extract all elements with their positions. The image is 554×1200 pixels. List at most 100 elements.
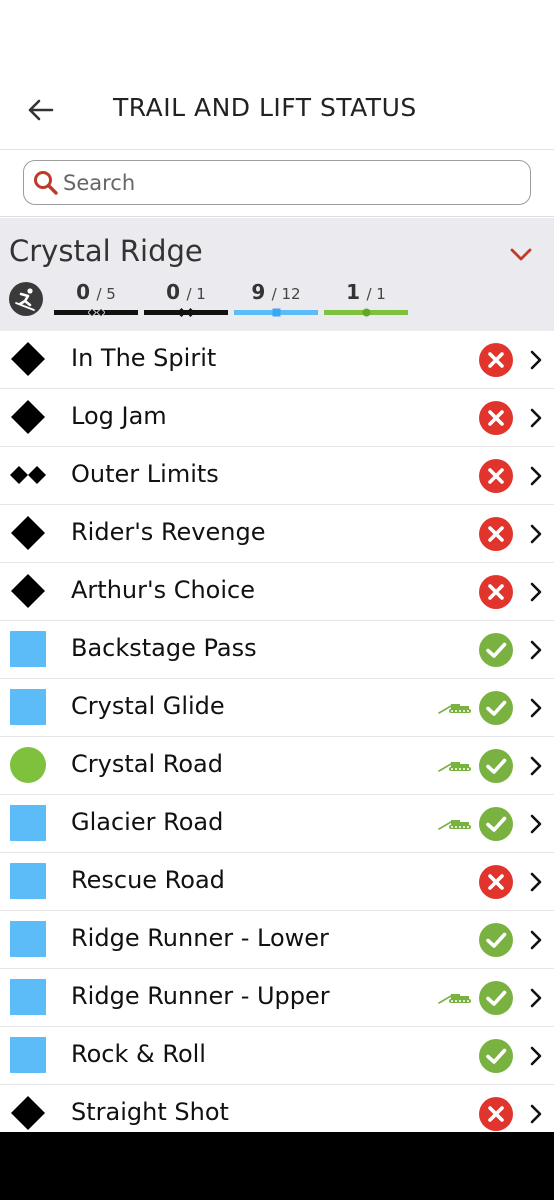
trail-row[interactable]: Crystal Road	[0, 737, 554, 795]
open-check-icon	[479, 749, 513, 783]
stat-open-count: 1	[346, 280, 361, 304]
groomed-icon	[438, 762, 471, 772]
trail-row[interactable]: Rider's Revenge	[0, 505, 554, 563]
closed-x-icon	[479, 517, 513, 551]
search-icon	[34, 170, 58, 195]
search-input[interactable]	[63, 170, 503, 195]
closed-x-icon	[479, 459, 513, 493]
trail-name: Arthur's Choice	[71, 576, 255, 604]
difficulty-icon	[10, 515, 46, 551]
black-diamond-icon	[11, 342, 45, 376]
difficulty-icon	[10, 921, 46, 957]
stat-double-black: 0 / 5	[54, 278, 138, 318]
blue-square-icon	[10, 979, 46, 1015]
collapse-toggle[interactable]	[506, 240, 536, 270]
trail-name: Rider's Revenge	[71, 518, 266, 546]
trail-name: Ridge Runner - Upper	[71, 982, 330, 1010]
open-check-icon	[479, 981, 513, 1015]
chevron-right-icon	[530, 640, 542, 660]
open-check-icon	[479, 807, 513, 841]
trail-name: Crystal Road	[71, 750, 223, 778]
trail-row[interactable]: Glacier Road	[0, 795, 554, 853]
closed-x-icon	[479, 865, 513, 899]
circle-icon	[362, 308, 371, 317]
stat-green: 1 / 1	[324, 278, 408, 318]
black-diamond-icon	[11, 1096, 45, 1130]
trail-name: Log Jam	[71, 402, 167, 430]
trail-name: Crystal Glide	[71, 692, 225, 720]
stat-total: / 5	[96, 285, 116, 303]
stat-open-count: 0	[166, 280, 181, 304]
double-diamond-icon	[88, 307, 105, 318]
blue-square-icon	[10, 631, 46, 667]
difficulty-icon	[10, 979, 46, 1015]
chevron-right-icon	[530, 466, 542, 486]
square-icon	[272, 308, 281, 317]
open-check-icon	[479, 1039, 513, 1073]
chevron-down-icon	[510, 248, 532, 261]
trail-name: Outer Limits	[71, 460, 219, 488]
trail-name: Backstage Pass	[71, 634, 257, 662]
trail-row[interactable]: Rock & Roll	[0, 1027, 554, 1085]
page-title: TRAIL AND LIFT STATUS	[113, 93, 417, 122]
trail-row[interactable]: Ridge Runner - Lower	[0, 911, 554, 969]
chevron-right-icon	[530, 582, 542, 602]
green-circle-icon	[10, 747, 46, 783]
double-black-diamond-icon	[10, 466, 46, 484]
stat-total: / 1	[366, 285, 386, 303]
trail-list: In The Spirit Log Jam Outer Limits Rider's …	[0, 331, 554, 1143]
stat-total: / 12	[271, 285, 301, 303]
trail-row[interactable]: Backstage Pass	[0, 621, 554, 679]
difficulty-icon	[10, 689, 46, 725]
open-check-icon	[479, 923, 513, 957]
blue-square-icon	[10, 1037, 46, 1073]
trail-row[interactable]: Crystal Glide	[0, 679, 554, 737]
closed-x-icon	[479, 401, 513, 435]
back-button[interactable]	[22, 92, 58, 128]
arrow-left-icon	[28, 99, 54, 121]
closed-x-icon	[479, 1097, 513, 1131]
chevron-right-icon	[530, 872, 542, 892]
difficulty-icon	[10, 631, 46, 667]
groomed-icon	[438, 704, 471, 714]
difficulty-icon	[10, 341, 46, 377]
chevron-right-icon	[530, 408, 542, 428]
trail-row[interactable]: Outer Limits	[0, 447, 554, 505]
trail-name: Glacier Road	[71, 808, 224, 836]
groomed-icon	[438, 994, 471, 1004]
skier-icon	[9, 282, 43, 316]
black-diamond-icon	[11, 516, 45, 550]
difficulty-icon	[10, 1037, 46, 1073]
chevron-right-icon	[530, 756, 542, 776]
area-header[interactable]: Crystal Ridge 0 / 5 0 / 1 9 / 12 1 / 1	[0, 218, 554, 331]
difficulty-icon	[10, 805, 46, 841]
trail-row[interactable]: Arthur's Choice	[0, 563, 554, 621]
app-header: TRAIL AND LIFT STATUS	[0, 0, 554, 150]
chevron-right-icon	[530, 1104, 542, 1124]
black-diamond-icon	[11, 400, 45, 434]
trail-row[interactable]: Rescue Road	[0, 853, 554, 911]
trail-row[interactable]: Log Jam	[0, 389, 554, 447]
search-box[interactable]	[23, 160, 531, 205]
stat-total: / 1	[186, 285, 206, 303]
chevron-right-icon	[530, 814, 542, 834]
chevron-right-icon	[530, 350, 542, 370]
blue-square-icon	[10, 805, 46, 841]
open-check-icon	[479, 633, 513, 667]
chevron-right-icon	[530, 1046, 542, 1066]
blue-square-icon	[10, 921, 46, 957]
trail-name: Rescue Road	[71, 866, 225, 894]
difficulty-icon	[10, 457, 46, 493]
difficulty-icon	[10, 573, 46, 609]
chevron-right-icon	[530, 988, 542, 1008]
closed-x-icon	[479, 575, 513, 609]
stat-blue: 9 / 12	[234, 278, 318, 318]
search-bar	[0, 151, 554, 217]
trail-row[interactable]: In The Spirit	[0, 331, 554, 389]
trail-row[interactable]: Ridge Runner - Upper	[0, 969, 554, 1027]
groomed-icon	[438, 820, 471, 830]
chevron-right-icon	[530, 930, 542, 950]
chevron-right-icon	[530, 524, 542, 544]
open-check-icon	[479, 691, 513, 725]
stat-open-count: 0	[76, 280, 91, 304]
